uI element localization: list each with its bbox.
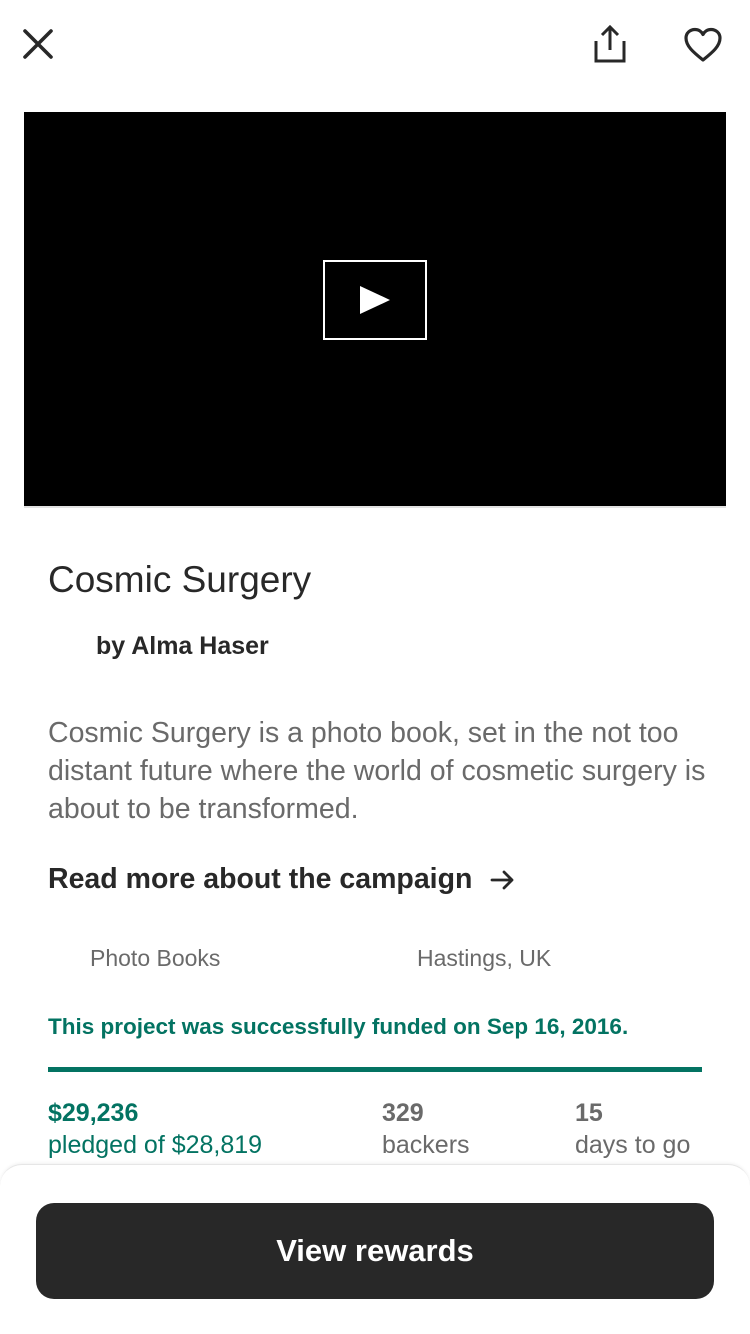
heart-icon — [684, 27, 722, 62]
days-stat: 15 days to go — [575, 1096, 690, 1160]
project-page: Cosmic Surgery by Alma Haser Cosmic Surg… — [0, 0, 750, 1334]
days-label: days to go — [575, 1131, 691, 1159]
pledged-amount: $29,236 — [48, 1099, 139, 1127]
category-tag[interactable]: Photo Books — [90, 945, 220, 972]
video-player[interactable] — [24, 112, 726, 508]
read-more-label: Read more about the campaign — [48, 863, 473, 895]
arrow-right-icon — [490, 869, 516, 891]
project-title: Cosmic Surgery — [48, 559, 312, 600]
backers-label: backers — [382, 1131, 470, 1159]
funding-progress-bar — [48, 1067, 702, 1072]
read-more-link[interactable]: Read more about the campaign — [48, 863, 516, 896]
share-button[interactable] — [588, 22, 632, 66]
pledged-label: pledged of $28,819 — [48, 1131, 263, 1159]
pledged-stat: $29,236 pledged of $28,819 — [48, 1096, 262, 1160]
bottom-action-bar: View rewards — [0, 1164, 750, 1334]
backers-count: 329 — [382, 1099, 424, 1127]
close-icon — [23, 29, 53, 59]
funding-progress-fill — [48, 1067, 702, 1072]
play-icon — [360, 286, 390, 314]
project-blurb: Cosmic Surgery is a photo book, set in t… — [48, 717, 706, 825]
view-rewards-button[interactable]: View rewards — [36, 1203, 714, 1299]
top-bar — [0, 0, 750, 90]
funded-message: This project was successfully funded on … — [48, 1014, 629, 1039]
favorite-button[interactable] — [680, 22, 726, 68]
backers-stat: 329 backers — [382, 1096, 470, 1160]
days-count: 15 — [575, 1099, 603, 1127]
close-button[interactable] — [18, 24, 58, 64]
play-button[interactable] — [323, 260, 427, 340]
location-tag[interactable]: Hastings, UK — [417, 945, 551, 972]
share-icon — [594, 24, 626, 63]
creator-name[interactable]: by Alma Haser — [96, 632, 269, 661]
